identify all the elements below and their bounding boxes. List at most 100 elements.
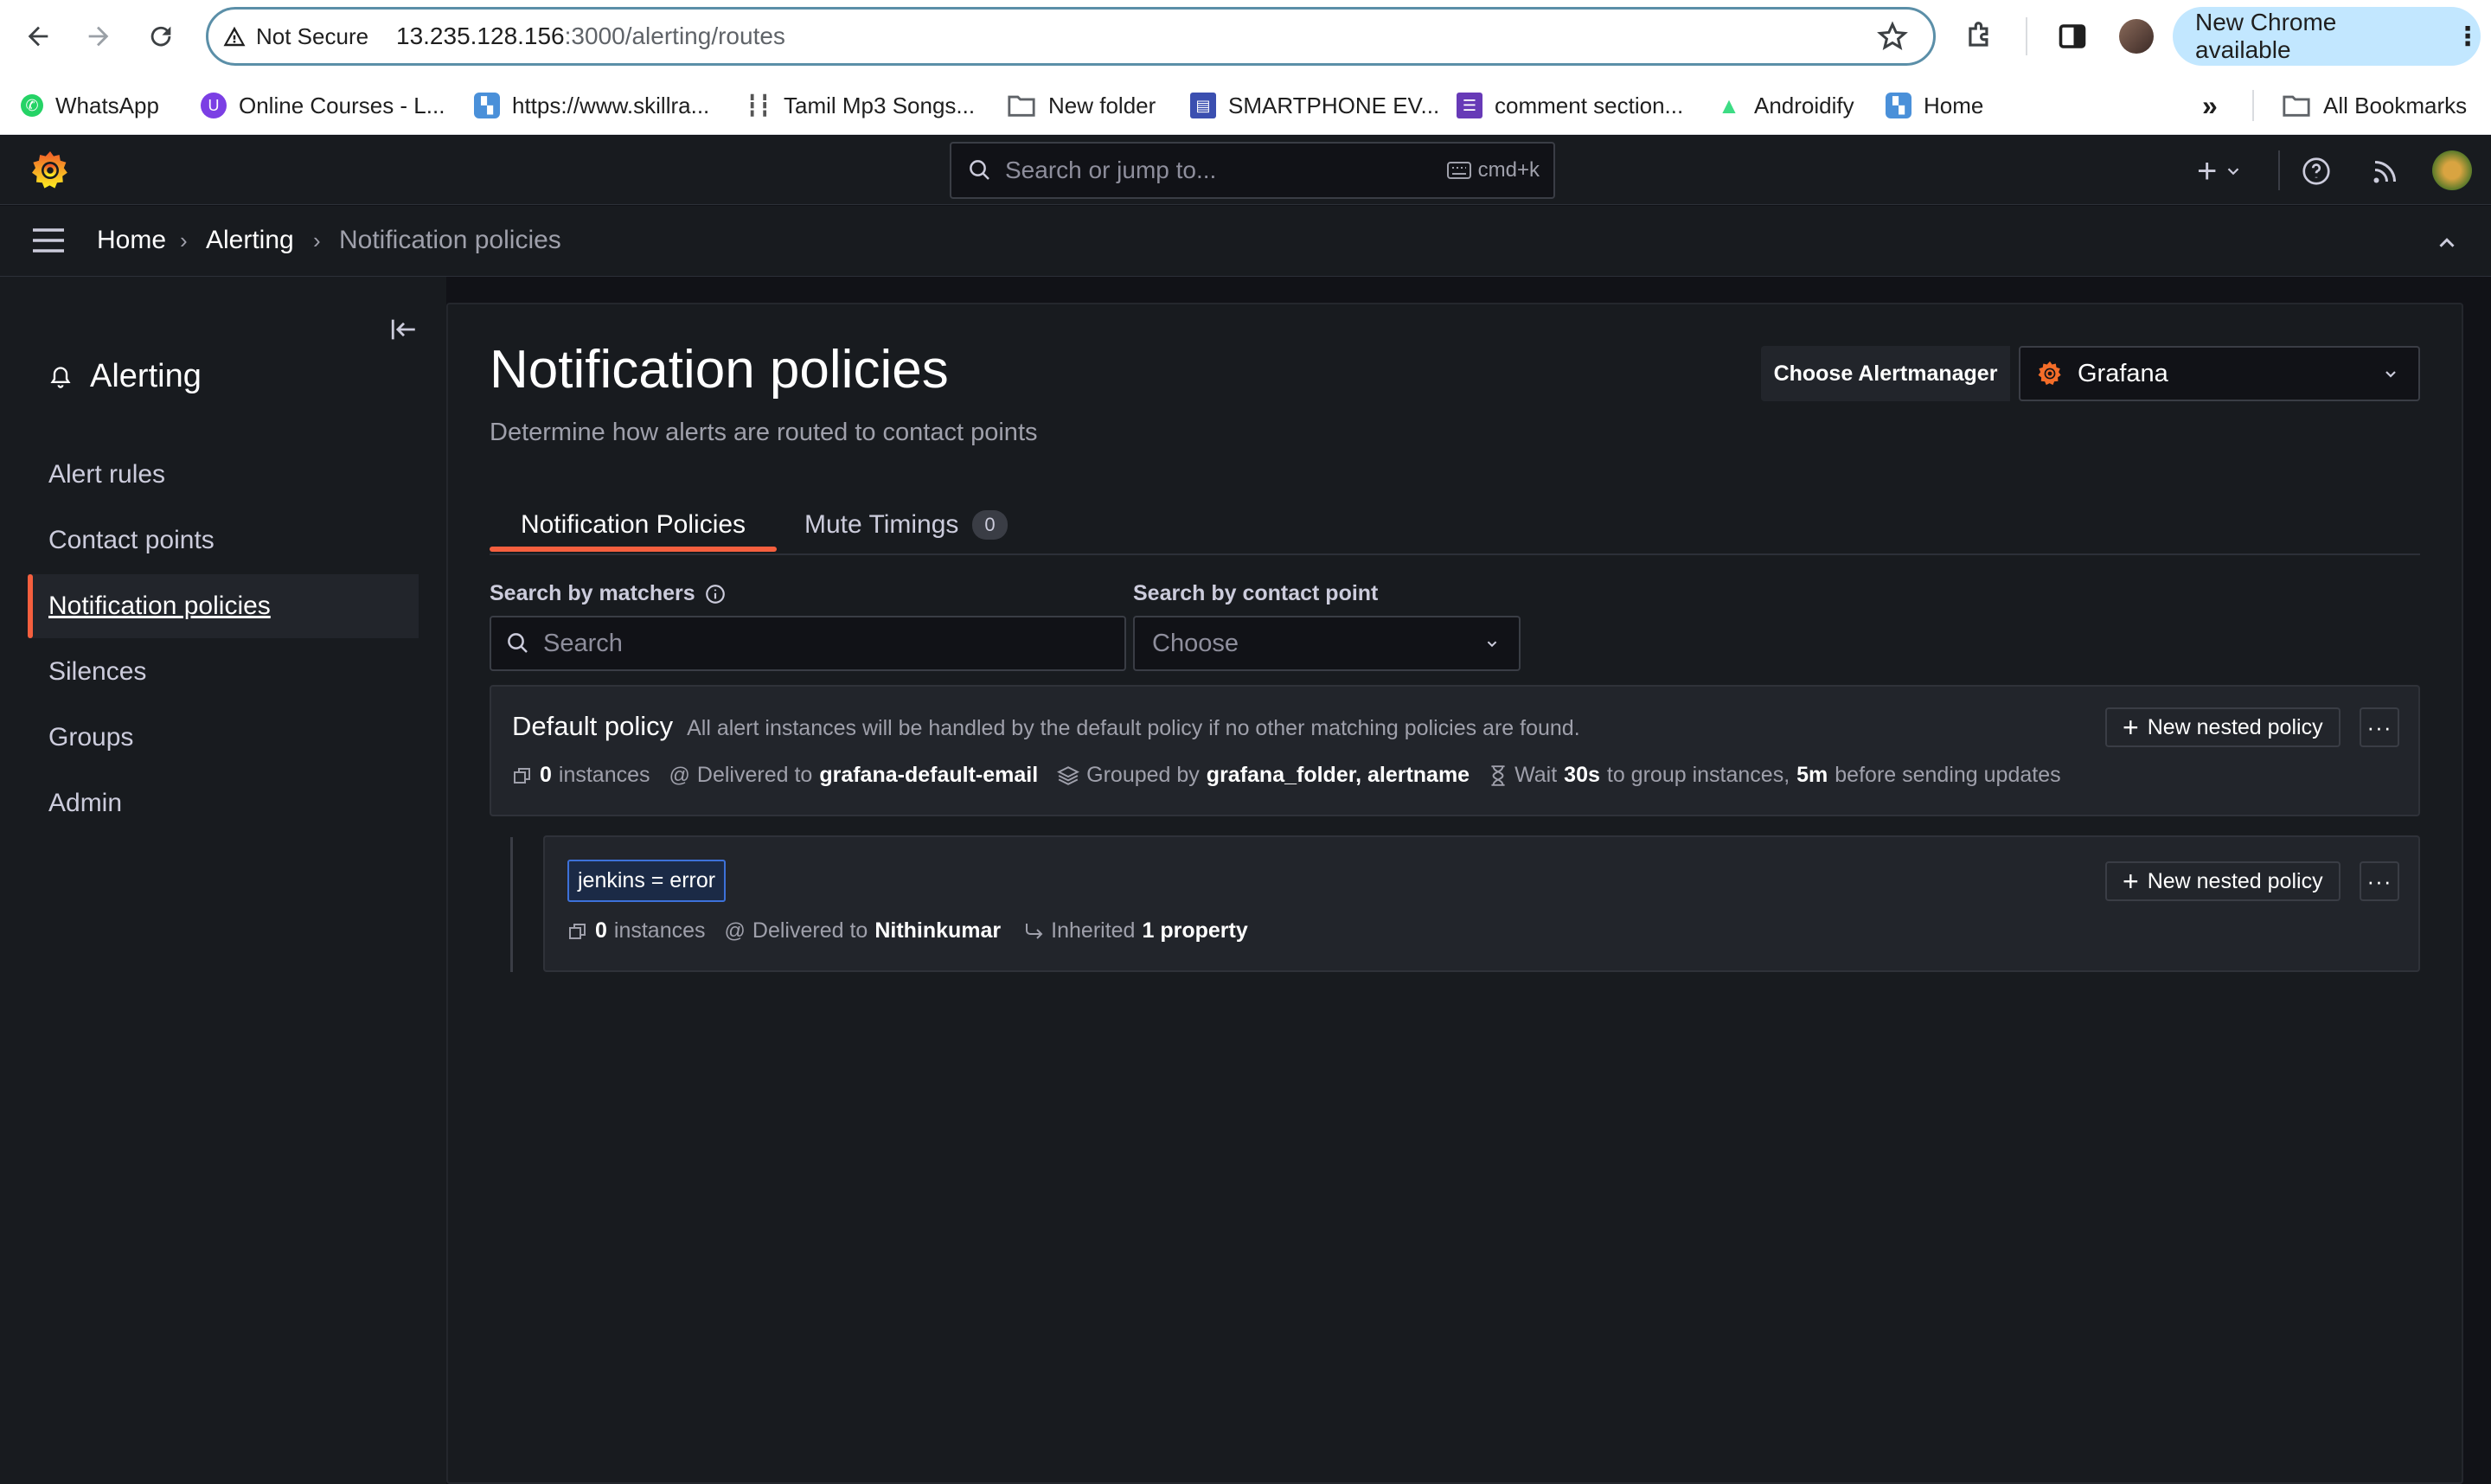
url-text[interactable]: 13.235.128.156:3000/alerting/routes	[396, 19, 785, 54]
extensions-icon[interactable]	[1963, 19, 1996, 56]
forward-button[interactable]	[74, 12, 123, 61]
new-nested-policy-button[interactable]: + New nested policy	[2105, 707, 2341, 747]
wait-value: 30s	[1564, 763, 1600, 787]
chevron-down-icon	[2228, 168, 2239, 176]
tab-label: Mute Timings	[804, 510, 959, 539]
not-secure-label: Not Secure	[256, 22, 369, 49]
matchers-label: Search by matchers	[490, 581, 727, 606]
bookmark-label: https://www.skillra...	[512, 92, 710, 118]
all-bookmarks-button[interactable]: All Bookmarks	[2282, 88, 2467, 123]
home-bookmark-icon: ▚	[1886, 93, 1911, 118]
more-bookmarks-chevron-icon[interactable]: »	[2202, 88, 2218, 123]
breadcrumb-separator-icon: ›	[180, 227, 188, 253]
instances-icon	[567, 921, 588, 942]
android-icon: ▲	[1718, 92, 1740, 118]
contact-point-link[interactable]: grafana-default-email	[819, 763, 1038, 788]
nested-policy-meta: 0 instances @ Delivered to Nithinkumar I…	[567, 918, 1248, 943]
back-button[interactable]	[14, 12, 62, 61]
sidebar-section-header: Alerting	[48, 358, 202, 395]
hourglass-icon	[1489, 764, 1508, 787]
sidebar-item-alert-rules[interactable]: Alert rules	[28, 443, 419, 507]
bookmark-item[interactable]: ▲ Androidify	[1716, 88, 1854, 123]
sidebar-item-silences[interactable]: Silences	[28, 640, 419, 704]
grouped-value: grafana_folder, alertname	[1206, 763, 1470, 787]
bookmark-item[interactable]: New folder	[1007, 88, 1156, 123]
more-options-button[interactable]: ···	[2360, 861, 2399, 901]
bookmark-item[interactable]: ✆ WhatsApp	[21, 88, 159, 123]
matchers-label-text: Search by matchers	[490, 581, 695, 605]
grafana-logo-icon[interactable]	[29, 149, 71, 196]
bookmark-item[interactable]: ▤ SMARTPHONE EV...	[1190, 88, 1439, 123]
dock-sidebar-icon[interactable]	[389, 317, 419, 347]
search-placeholder: Search or jump to...	[1005, 157, 1217, 183]
tabs-divider	[490, 553, 2420, 555]
add-new-button[interactable]: +	[2197, 154, 2243, 189]
bookmark-item[interactable]: ▚ https://www.skillra...	[474, 88, 709, 123]
reload-button[interactable]	[137, 12, 185, 61]
toolbar-divider	[2026, 17, 2027, 55]
bookmark-label: New folder	[1048, 92, 1156, 118]
breadcrumb-alerting[interactable]: Alerting	[206, 223, 294, 258]
bookmark-label: WhatsApp	[55, 92, 159, 118]
instances-icon	[512, 765, 533, 786]
default-policy-description: All alert instances will be handled by t…	[687, 716, 1580, 740]
sidebar-item-groups[interactable]: Groups	[28, 706, 419, 770]
tab-mute-timings[interactable]: Mute Timings 0	[792, 496, 1020, 553]
search-icon	[970, 160, 989, 180]
bookmark-star-icon[interactable]	[1877, 21, 1908, 56]
chrome-update-button[interactable]: New Chrome available ⋮	[2173, 7, 2481, 66]
sidebar-item-admin[interactable]: Admin	[28, 771, 419, 835]
whatsapp-icon: ✆	[21, 94, 43, 117]
sidebar-item-notification-policies[interactable]: Notification policies	[28, 574, 419, 638]
contact-point-link[interactable]: Nithinkumar	[874, 918, 1001, 943]
folder-icon	[2283, 95, 2310, 117]
default-policy-title: Default policy	[512, 711, 674, 741]
bookmark-label: Home	[1924, 92, 1984, 118]
shortcut-text: cmd+k	[1477, 158, 1540, 182]
breadcrumb-separator-icon: ›	[313, 227, 321, 253]
not-secure-chip[interactable]: Not Secure	[221, 19, 368, 54]
contact-point-select[interactable]: Choose	[1133, 616, 1521, 671]
bookmark-item[interactable]: U Online Courses - L...	[201, 88, 445, 123]
side-panel-icon[interactable]	[2057, 21, 2088, 56]
chevron-down-icon	[2385, 371, 2396, 378]
bookmark-label: comment section...	[1495, 92, 1684, 118]
bookmark-divider	[2252, 90, 2254, 121]
news-feed-icon[interactable]	[2370, 156, 2401, 191]
bookmark-item[interactable]: ☰ comment section...	[1457, 88, 1683, 123]
user-avatar[interactable]	[2432, 150, 2472, 190]
profile-avatar[interactable]	[2119, 19, 2154, 54]
matcher-tag: jenkins = error	[567, 860, 727, 902]
wait-label: Wait	[1514, 763, 1558, 787]
more-options-button[interactable]: ···	[2360, 707, 2399, 747]
keyboard-icon	[1446, 162, 1471, 179]
tab-notification-policies[interactable]: Notification Policies	[490, 496, 777, 553]
bookmark-item[interactable]: ▚ Home	[1886, 88, 1983, 123]
active-tab-indicator	[490, 547, 777, 552]
all-bookmarks-label: All Bookmarks	[2323, 92, 2468, 118]
ellipsis-icon: ···	[2366, 713, 2392, 740]
matchers-search-input[interactable]: Search	[490, 616, 1126, 671]
button-label: New nested policy	[2147, 714, 2323, 739]
collapse-chevron-up-icon[interactable]	[2434, 230, 2460, 260]
inherit-arrow-icon	[1023, 922, 1044, 941]
info-icon[interactable]	[704, 583, 727, 605]
default-policy-card	[490, 685, 2420, 816]
new-nested-policy-button[interactable]: + New nested policy	[2105, 861, 2341, 901]
inherited-value[interactable]: 1 property	[1142, 918, 1247, 943]
help-icon[interactable]	[2301, 156, 2332, 191]
search-icon	[508, 633, 528, 653]
global-search-input[interactable]: Search or jump to... cmd+k	[950, 142, 1555, 199]
page-title: Notification policies	[490, 340, 949, 400]
breadcrumb-home[interactable]: Home	[97, 223, 166, 258]
policy-tree-line	[510, 837, 513, 972]
menu-toggle-icon[interactable]	[31, 227, 66, 259]
default-policy-meta: 0 instances @ Delivered to grafana-defau…	[512, 763, 2061, 788]
layers-icon	[1057, 764, 1080, 787]
alertmanager-select[interactable]: Grafana	[2019, 346, 2420, 401]
alertmanager-value: Grafana	[2078, 359, 2168, 387]
delivered-label: Delivered to	[696, 763, 813, 787]
sidebar-item-contact-points[interactable]: Contact points	[28, 509, 419, 572]
bookmark-item[interactable]: ┇┇ Tamil Mp3 Songs...	[746, 88, 976, 123]
shortcut-hint: cmd+k	[1446, 158, 1540, 182]
